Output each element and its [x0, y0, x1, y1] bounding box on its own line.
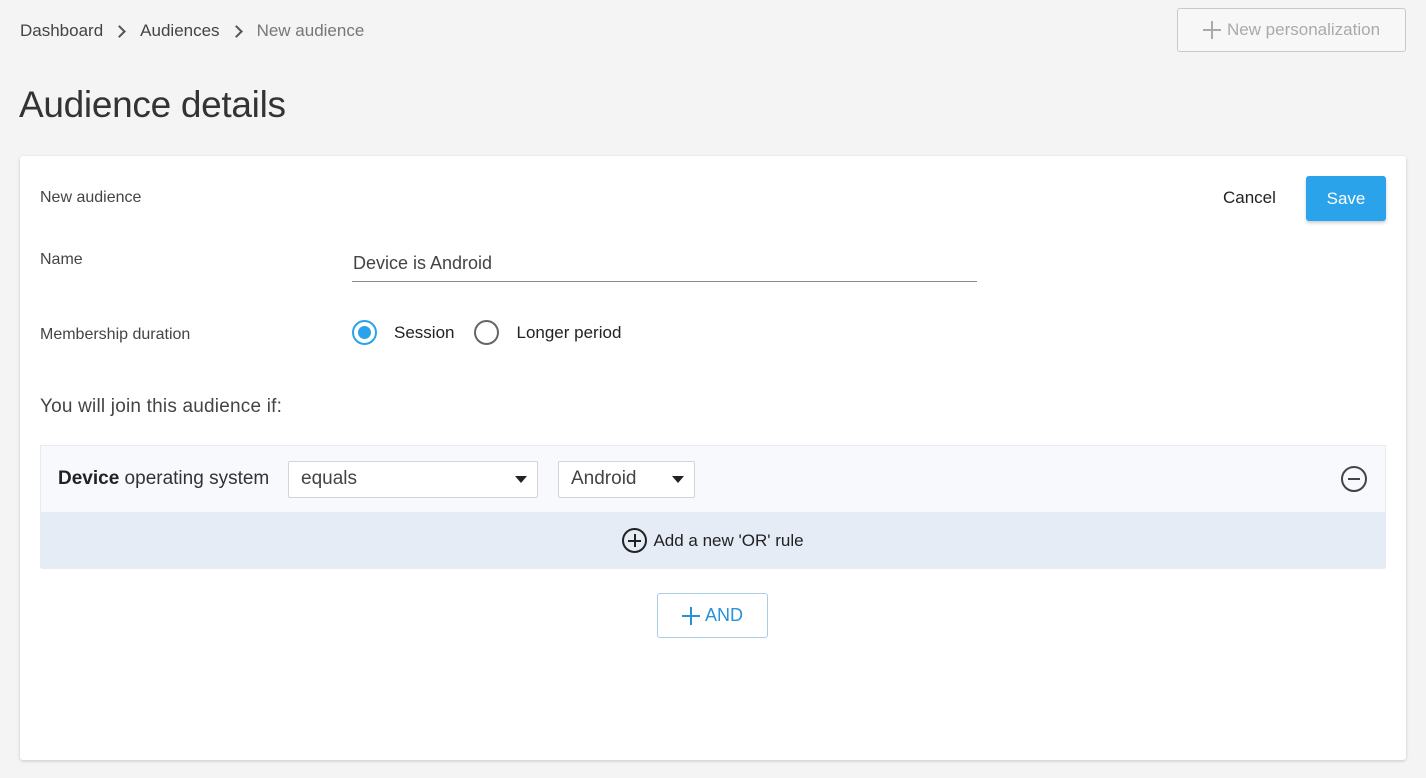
cancel-button[interactable]: Cancel [1223, 188, 1276, 208]
add-or-rule-button[interactable]: Add a new 'OR' rule [41, 512, 1385, 569]
chevron-right-icon [229, 24, 243, 38]
radio-session[interactable] [352, 320, 377, 345]
plus-icon [681, 606, 700, 625]
remove-rule-icon[interactable] [1341, 466, 1367, 492]
plus-icon [1202, 21, 1221, 39]
breadcrumb-dashboard[interactable]: Dashboard [20, 21, 103, 41]
value-value: Android [571, 468, 637, 489]
audience-card: New audience Cancel Save Name Membership… [20, 156, 1406, 760]
radio-longer-period-label[interactable]: Longer period [516, 323, 621, 343]
save-button[interactable]: Save [1306, 176, 1386, 221]
membership-duration-label: Membership duration [40, 326, 191, 343]
rule-group: Device operating system equals Android A… [40, 445, 1386, 569]
value-select[interactable]: Android [558, 460, 695, 498]
caret-down-icon [515, 475, 527, 483]
new-personalization-button[interactable]: New personalization [1177, 8, 1406, 52]
new-personalization-label: New personalization [1226, 20, 1381, 39]
rule-subject-bold: Device [58, 468, 120, 489]
add-and-rule-button[interactable]: AND [657, 593, 768, 638]
rule-row: Device operating system equals Android [41, 446, 1385, 512]
operator-value: equals [301, 468, 357, 489]
plus-circle-icon [622, 528, 648, 553]
rule-subject: Device operating system [58, 468, 288, 490]
add-and-rule-label: AND [704, 605, 743, 625]
join-condition-text: You will join this audience if: [40, 396, 283, 417]
page-title: Audience details [19, 84, 286, 125]
rule-subject-rest: operating system [119, 468, 270, 489]
radio-longer-period[interactable] [474, 320, 500, 345]
breadcrumb-audiences[interactable]: Audiences [140, 21, 219, 41]
add-or-rule-label: Add a new 'OR' rule [653, 530, 804, 550]
chevron-right-icon [113, 24, 127, 38]
name-input[interactable] [352, 246, 977, 282]
caret-down-icon [672, 475, 684, 483]
radio-session-label[interactable]: Session [394, 323, 454, 343]
breadcrumb-current: New audience [256, 21, 365, 40]
membership-radio-group: Session Longer period [352, 320, 641, 345]
name-label: Name [40, 251, 83, 268]
card-header-label: New audience [40, 189, 142, 206]
breadcrumb: Dashboard Audiences New audience [20, 21, 364, 41]
operator-select[interactable]: equals [288, 460, 538, 498]
